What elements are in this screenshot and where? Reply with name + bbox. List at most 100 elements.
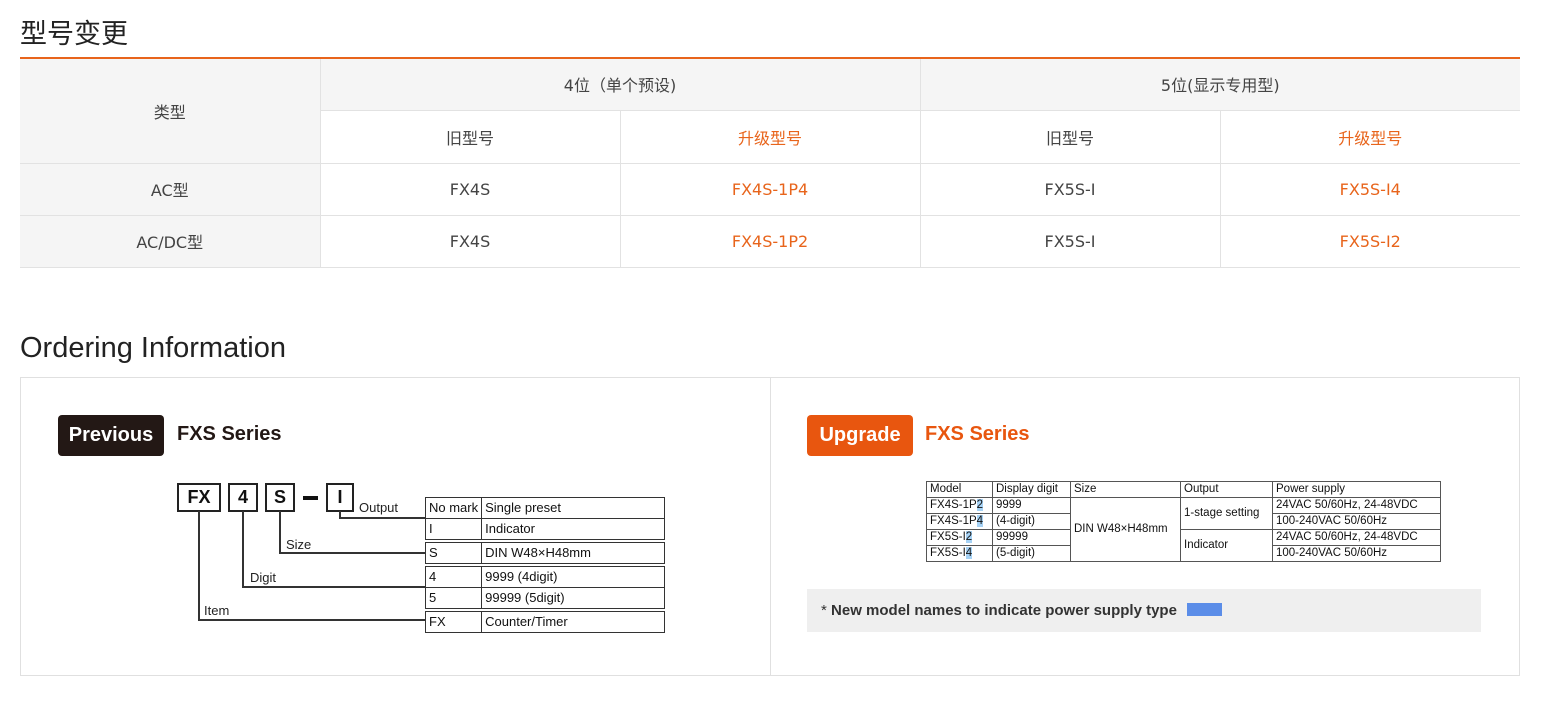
output-cell: 1-stage setting [1180,497,1273,530]
output-label: Output [359,500,399,515]
model-base: FX5S-I [930,547,966,559]
option-row: I Indicator [424,518,666,540]
spec-row: FX5S-I2 99999 Indicator 24VAC 50/60Hz, 2… [926,529,1441,562]
power-cell: 100-240VAC 50/60Hz [1272,545,1441,562]
option-code: 4 [424,566,483,588]
model-cell: FX4S-1P2 [926,497,993,514]
upgrade-model-cell: FX4S-1P2 [619,214,921,268]
power-type-suffix: 4 [965,547,973,559]
previous-series-label: FXS Series [177,423,282,445]
upgrade-model-cell: FX5S-I2 [1219,214,1521,268]
old-model-cell: FX5S-I [919,162,1221,216]
option-desc: DIN W48×H48mm [481,542,666,564]
group-header-5digit: 5位(显示专用型) [919,59,1521,111]
model-change-table: 类型 4位（单个预设) 5位(显示专用型) 旧型号 升级型号 旧型号 升级型号 … [20,59,1521,268]
size-wire [279,552,426,554]
ordering-info-title: Ordering Information [20,332,286,364]
option-table: No mark Single preset I Indicator S DIN W48… [424,497,666,633]
option-code: S [424,542,483,564]
upgrade-spec-table: Model Display digit Size Output Power su… [926,481,1441,562]
power-type-suffix: 2 [965,531,973,543]
type-header: 类型 [20,59,321,164]
table-row: AC/DC型 FX4S FX4S-1P2 FX5S-I FX5S-I2 [20,214,1521,268]
option-desc: Indicator [481,518,666,540]
table-header-row: 类型 4位（单个预设) 5位(显示专用型) [20,59,1521,164]
power-cell: 100-240VAC 50/60Hz [1272,513,1441,530]
spec-header: Output [1180,481,1273,498]
size-wire [279,511,281,554]
option-code: FX [424,611,483,633]
model-cell: FX5S-I4 [926,545,993,562]
power-cell: 24VAC 50/60Hz, 24-48VDC [1272,497,1441,514]
output-wire [339,517,426,519]
model-change-title: 型号变更 [20,19,128,50]
upgrade-model-header: 升级型号 [619,109,921,164]
old-model-cell: FX4S [319,162,621,216]
upgrade-model-header: 升级型号 [1219,109,1521,164]
code-box-digit: 4 [228,483,258,512]
old-model-cell: FX5S-I [919,214,1221,268]
output-cell: Indicator [1180,529,1273,562]
spec-header: Power supply [1272,481,1441,498]
old-model-cell: FX4S [319,214,621,268]
digit-wire [242,511,244,588]
model-base: FX4S-1P [930,499,977,511]
model-base: FX4S-1P [930,515,977,527]
item-label: Item [204,603,230,618]
code-box-size: S [265,483,295,512]
old-model-header: 旧型号 [919,109,1221,164]
option-row: 5 99999 (5digit) [424,587,666,609]
option-row: No mark Single preset [424,497,666,519]
option-desc: Single preset [481,497,666,519]
power-type-suffix: 4 [976,515,984,527]
power-type-swatch [1187,603,1223,617]
item-wire [198,511,200,621]
option-desc: Counter/Timer [481,611,666,633]
type-cell: AC型 [20,162,321,216]
option-desc: 9999 (4digit) [481,566,666,588]
upgrade-model-cell: FX5S-I4 [1219,162,1521,216]
size-label: Size [286,537,312,552]
power-cell: 24VAC 50/60Hz, 24-48VDC [1272,529,1441,546]
spec-header-row: Model Display digit Size Output Power su… [926,481,1441,498]
option-row: S DIN W48×H48mm [424,542,666,564]
digit-cell: 99999 [992,529,1071,546]
option-desc: 99999 (5digit) [481,587,666,609]
digit-cell: (4-digit) [992,513,1071,530]
digit-cell: (5-digit) [992,545,1071,562]
upgrade-series-label: FXS Series [925,423,1030,445]
size-cell: DIN W48×H48mm [1070,497,1181,562]
option-code: I [424,518,483,540]
digit-wire [242,586,426,588]
group-header-4digit: 4位（单个预设) [319,59,921,111]
upgrade-model-cell: FX4S-1P4 [619,162,921,216]
ordering-info-panel: Previous FXS Series FX 4 S I Output Size… [20,377,1520,676]
table-row: AC型 FX4S FX4S-1P4 FX5S-I FX5S-I4 [20,162,1521,216]
model-cell: FX5S-I2 [926,529,993,546]
spec-header: Model [926,481,993,498]
model-cell: FX4S-1P4 [926,513,993,530]
option-row: 4 9999 (4digit) [424,566,666,588]
digit-label: Digit [250,570,277,585]
power-type-suffix: 2 [976,499,984,511]
option-row: FX Counter/Timer [424,611,666,633]
spec-header: Display digit [992,481,1071,498]
panel-divider [770,378,771,675]
previous-badge: Previous [58,415,164,456]
note-text: New model names to indicate power supply… [831,602,1177,619]
item-wire [198,619,426,621]
code-box-item: FX [177,483,221,512]
upgrade-badge: Upgrade [807,415,913,456]
old-model-header: 旧型号 [320,109,621,164]
spec-row: FX4S-1P2 9999 DIN W48×H48mm 1-stage sett… [926,497,1441,562]
type-cell: AC/DC型 [20,214,321,268]
option-code: No mark [424,497,483,519]
option-code: 5 [424,587,483,609]
spec-header: Size [1070,481,1181,498]
code-box-output: I [326,483,354,512]
note-star: * [821,602,827,619]
code-dash [303,496,318,500]
upgrade-note: * New model names to indicate power supp… [807,589,1481,632]
digit-cell: 9999 [992,497,1071,514]
model-base: FX5S-I [930,531,966,543]
